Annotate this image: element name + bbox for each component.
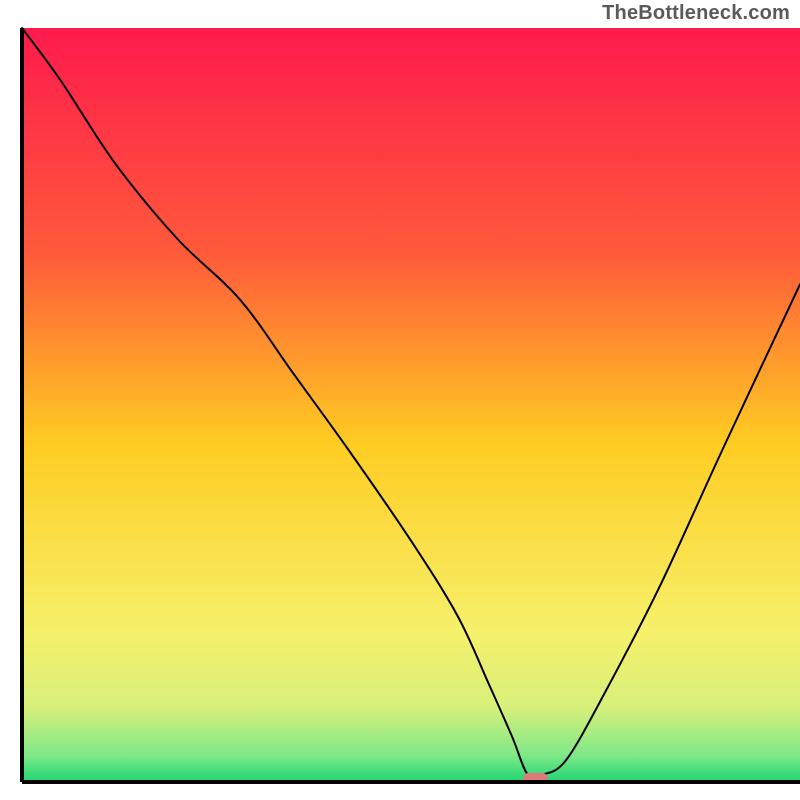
gradient-background: [22, 28, 800, 782]
watermark-label: TheBottleneck.com: [602, 2, 790, 25]
chart-svg: [0, 0, 800, 800]
bottleneck-chart: TheBottleneck.com: [0, 0, 800, 800]
